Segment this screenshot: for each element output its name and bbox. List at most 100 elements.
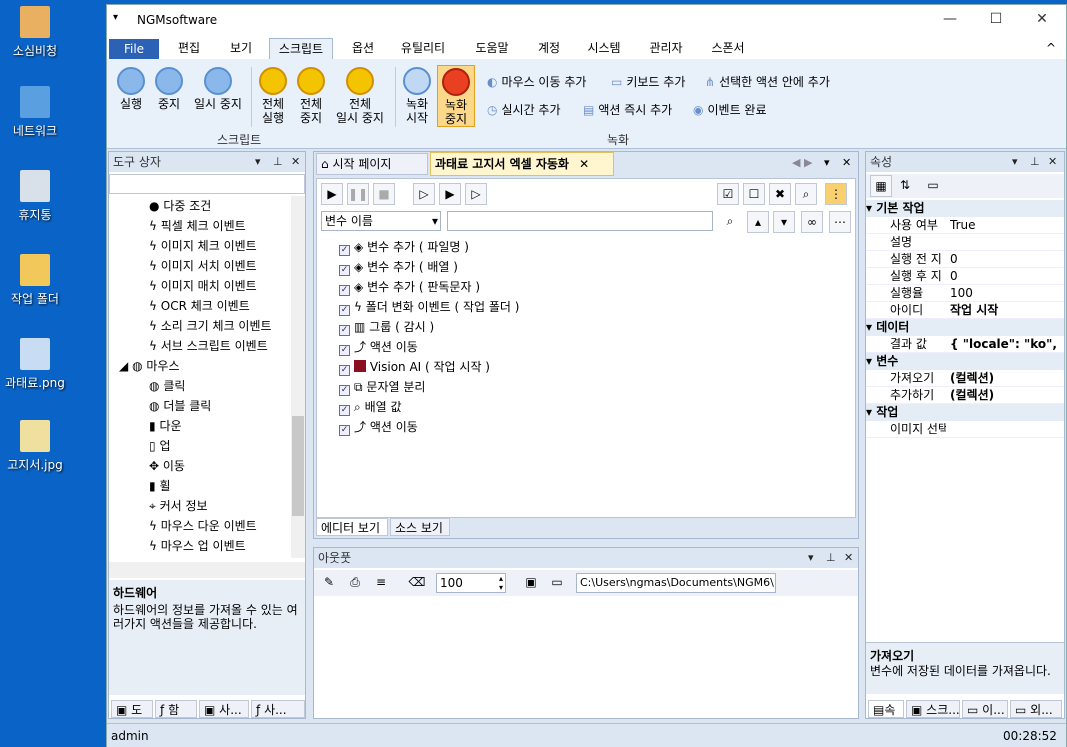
- delete-icon[interactable]: ✖: [769, 183, 791, 205]
- search-icon[interactable]: ⌕: [719, 211, 741, 233]
- dropdown-icon[interactable]: ▾: [255, 152, 261, 172]
- output-path-field[interactable]: C:\Users\ngmas\Documents\NGM6\: [576, 573, 776, 593]
- add-realtime-button[interactable]: ◷ 실시간 추가: [487, 101, 561, 118]
- pin-icon[interactable]: ⊥: [1030, 152, 1040, 172]
- file-icon[interactable]: ⎙: [344, 572, 366, 594]
- tab-file[interactable]: File: [109, 39, 159, 60]
- run-button[interactable]: 실행: [113, 67, 149, 111]
- list-item[interactable]: ✓ ⤴ 액션 이동: [339, 417, 418, 437]
- close-icon[interactable]: ✕: [842, 156, 851, 169]
- categorized-icon[interactable]: ▦: [870, 175, 892, 197]
- tab-excel-automation[interactable]: 과태료 고지서 엑셀 자동화 ✕: [430, 152, 614, 176]
- close-icon[interactable]: ✕: [291, 152, 300, 172]
- play-icon[interactable]: ▶: [321, 183, 343, 205]
- maximize-button[interactable]: ☐: [973, 5, 1019, 35]
- tree-item[interactable]: ▯ 업: [149, 436, 170, 456]
- tab-system[interactable]: 시스템: [579, 38, 629, 59]
- checkbox[interactable]: ✓: [339, 325, 350, 336]
- variable-select[interactable]: 변수 이름 ▾: [321, 211, 441, 231]
- checkbox[interactable]: ✓: [339, 365, 350, 376]
- collapse-ribbon-icon[interactable]: ^: [1041, 38, 1061, 59]
- pin-icon[interactable]: ⊥: [273, 152, 283, 172]
- step-over-icon[interactable]: ▶: [439, 183, 461, 205]
- tree-item[interactable]: ▮ 다운: [149, 416, 182, 436]
- tab-script[interactable]: 스크립트: [269, 38, 333, 59]
- tab-properties[interactable]: ▤속: [868, 700, 904, 718]
- tab-utility[interactable]: 유틸리티: [393, 38, 453, 59]
- tree-item[interactable]: ◍ 더블 클릭: [149, 396, 211, 416]
- list-item[interactable]: ✓ ◈ 변수 추가 ( 파일명 ): [339, 237, 469, 257]
- tree-view-icon[interactable]: ⋮: [825, 183, 847, 205]
- record-start-button[interactable]: 녹화 시작: [399, 67, 435, 125]
- checkbox[interactable]: ✓: [339, 265, 350, 276]
- tab-view[interactable]: 보기: [221, 38, 261, 59]
- tab-functions[interactable]: ƒ 함: [155, 700, 197, 718]
- section-task[interactable]: ▾ 작업: [866, 404, 1064, 421]
- stop-icon[interactable]: ■: [373, 183, 395, 205]
- toolbox-scrollbar[interactable]: [291, 196, 305, 558]
- checkbox[interactable]: ✓: [339, 305, 350, 316]
- tree-item[interactable]: ϟ 이미지 체크 이벤트: [149, 236, 257, 256]
- desktop-icon-png[interactable]: 과태료.png: [0, 338, 70, 391]
- tab-source-view[interactable]: 소스 보기: [390, 518, 450, 536]
- tree-item[interactable]: ▮ 휠: [149, 476, 170, 496]
- list-item[interactable]: ✓ ⌕ 배열 값: [339, 397, 402, 417]
- run-all-button[interactable]: 전체 실행: [255, 67, 291, 125]
- add-mouse-move-button[interactable]: ◐ 마우스 이동 추가: [487, 73, 586, 90]
- tree-item[interactable]: ◍ 클릭: [149, 376, 185, 396]
- property-row[interactable]: 결과 값{ "locale": "ko", ": [866, 336, 1064, 353]
- folder-icon[interactable]: ▭: [546, 572, 568, 594]
- save-icon[interactable]: ▣: [520, 572, 542, 594]
- list-item[interactable]: ✓ Vision AI ( 작업 시작 ): [339, 357, 490, 377]
- tab-help[interactable]: 도움말: [467, 38, 517, 59]
- checkbox[interactable]: ✓: [339, 345, 350, 356]
- property-row[interactable]: 사용 여부 True: [866, 217, 1064, 234]
- section-variables[interactable]: ▾ 변수: [866, 353, 1064, 370]
- list-item[interactable]: ✓ ▥ 그룹 ( 감시 ): [339, 317, 434, 337]
- tree-item[interactable]: ϟ 이미지 매치 이벤트: [149, 276, 257, 296]
- property-row[interactable]: 실행 후 지0: [866, 268, 1064, 285]
- checkbox[interactable]: ✓: [339, 425, 350, 436]
- scrollbar-thumb[interactable]: [292, 416, 304, 516]
- section-basic[interactable]: ▾ 기본 작업: [866, 200, 1064, 217]
- dropdown-icon[interactable]: ▾: [808, 548, 814, 568]
- toolbox-hscrollbar[interactable]: [109, 562, 305, 578]
- eraser-icon[interactable]: ⌫: [406, 572, 428, 594]
- tree-item[interactable]: ϟ 이미지 서치 이벤트: [149, 256, 257, 276]
- tree-item[interactable]: ⌖ 커서 정보: [149, 496, 208, 516]
- tab-editor-view[interactable]: 에디터 보기: [316, 518, 388, 536]
- check-all-icon[interactable]: ☑: [717, 183, 739, 205]
- tab-sponsor[interactable]: 스폰서: [703, 38, 753, 59]
- pin-icon[interactable]: ⊥: [826, 548, 836, 568]
- dropdown-icon[interactable]: ▾: [1012, 152, 1018, 172]
- add-inside-selected-button[interactable]: ⋔ 선택한 액션 안에 추가: [705, 73, 830, 90]
- tree-item[interactable]: ϟ OCR 체크 이벤트: [149, 296, 250, 316]
- pause-icon[interactable]: ❚❚: [347, 183, 369, 205]
- tab-edit[interactable]: 편집: [169, 38, 209, 59]
- property-row[interactable]: 실행 전 지0: [866, 251, 1064, 268]
- dropdown-icon[interactable]: ▾: [824, 156, 830, 169]
- pause-all-button[interactable]: 전체 일시 중지: [331, 67, 389, 125]
- stop-button[interactable]: 중지: [151, 67, 187, 111]
- checkbox[interactable]: ✓: [339, 405, 350, 416]
- stop-all-button[interactable]: 전체 중지: [293, 67, 329, 125]
- toolbox-search-input[interactable]: [109, 174, 305, 194]
- step-into-icon[interactable]: ▷: [465, 183, 487, 205]
- desktop-icon-user[interactable]: 소심비청: [0, 6, 70, 59]
- tab-account[interactable]: 계정: [529, 38, 569, 59]
- sort-alpha-icon[interactable]: ⇅: [894, 175, 916, 197]
- property-pages-icon[interactable]: ▭: [922, 175, 944, 197]
- tree-item[interactable]: ϟ 마우스 업 이벤트: [149, 536, 246, 556]
- tree-item[interactable]: ϟ 소리 크기 체크 이벤트: [149, 316, 272, 336]
- spin-icon[interactable]: ▴ ▾: [499, 574, 503, 592]
- tab-options[interactable]: 옵션: [343, 38, 383, 59]
- property-row[interactable]: 이미지 선택: [866, 421, 1064, 438]
- pause-button[interactable]: 일시 중지: [189, 67, 247, 111]
- list-item[interactable]: ✓ ⤴ 액션 이동: [339, 337, 418, 357]
- more-icon[interactable]: ⋯: [829, 211, 851, 233]
- close-tab-icon[interactable]: ✕: [579, 157, 589, 171]
- tab-image[interactable]: ▭ 이...: [962, 700, 1008, 718]
- tree-item[interactable]: ϟ 마우스 다운 이벤트: [149, 516, 257, 536]
- tree-item[interactable]: ϟ 픽셀 체크 이벤트: [149, 216, 246, 236]
- list-item[interactable]: ✓ ϟ 폴더 변화 이벤트 ( 작업 폴더 ): [339, 297, 519, 317]
